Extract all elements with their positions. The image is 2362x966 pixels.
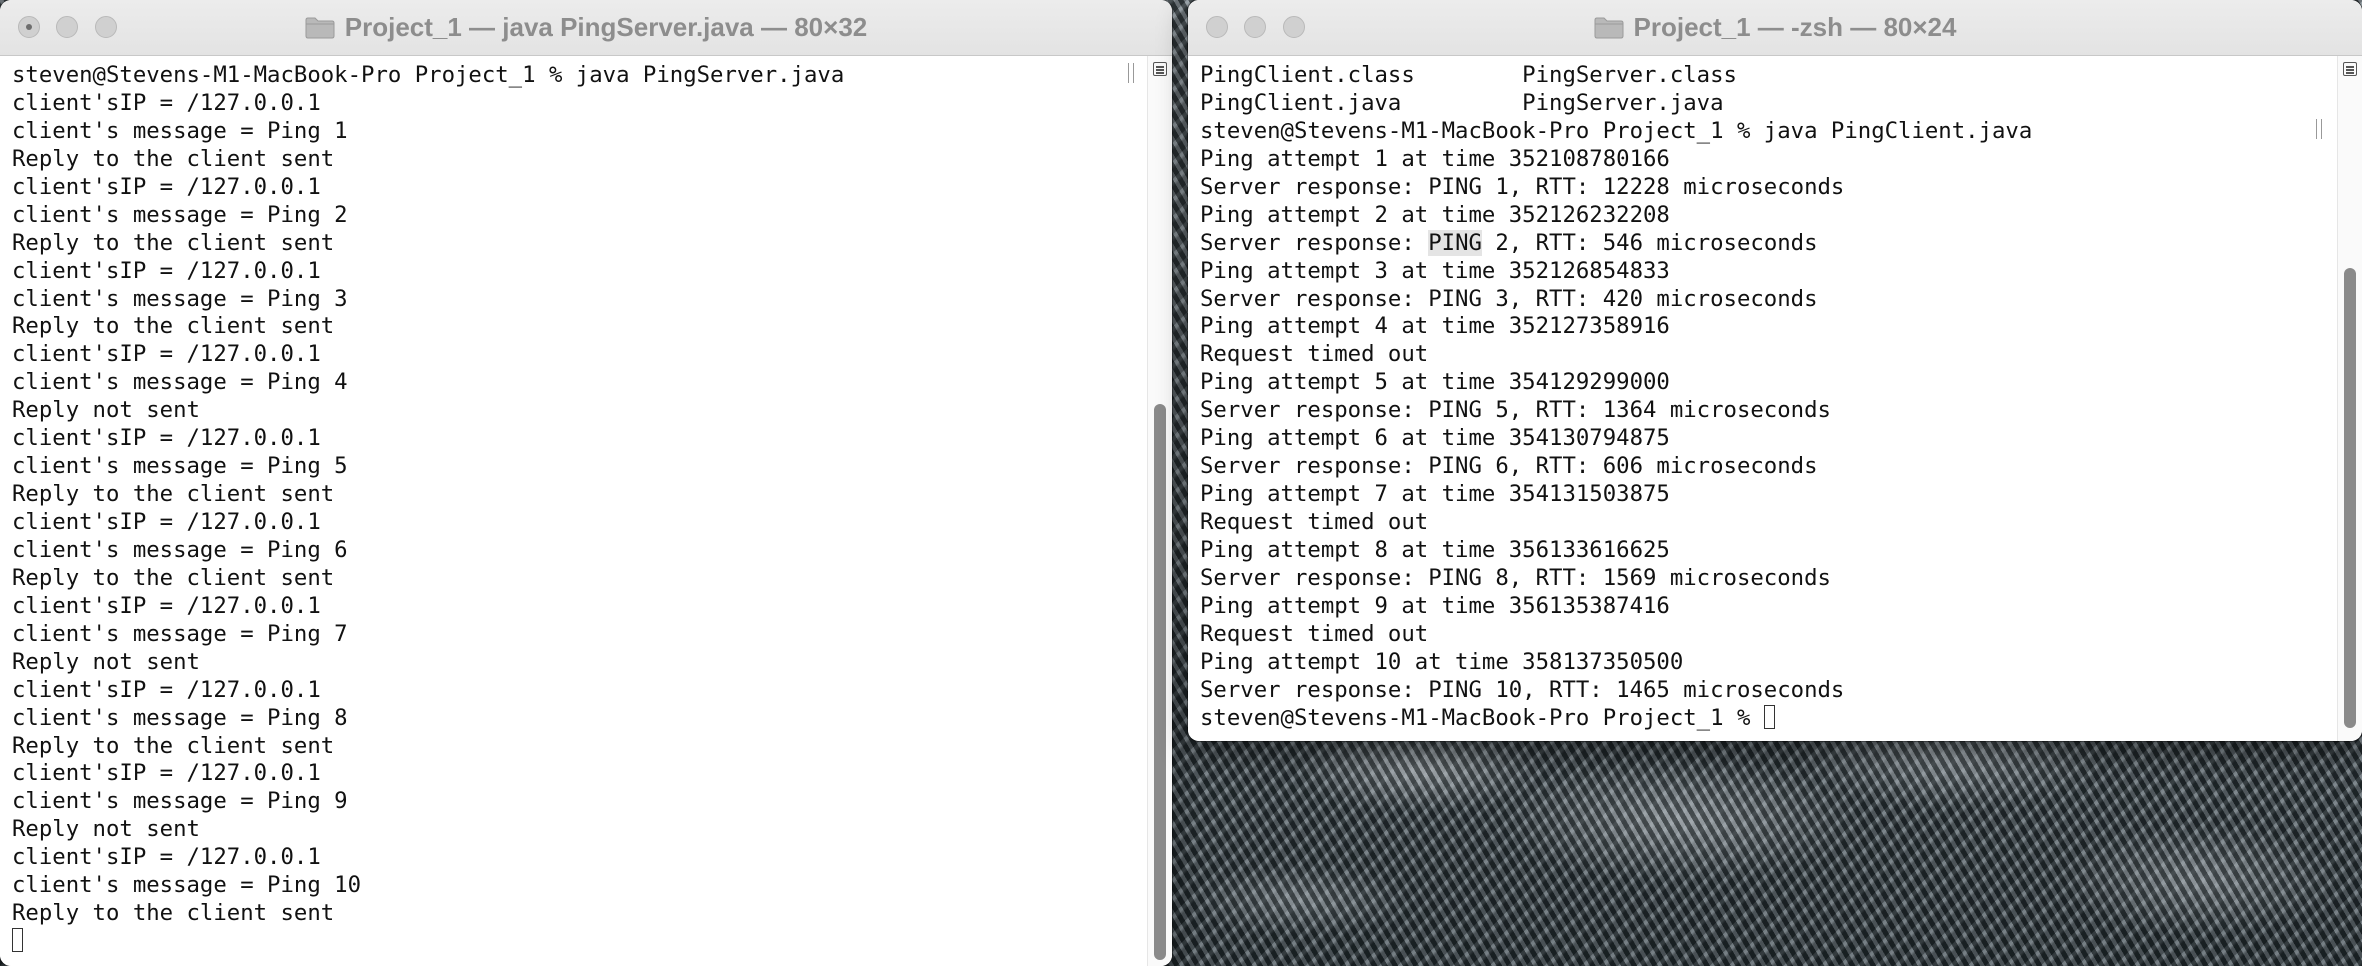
terminal-line: client's message = Ping 9 (12, 788, 348, 815)
scroll-thumb[interactable] (1154, 404, 1166, 960)
terminal-line: Reply to the client sent (12, 313, 335, 340)
terminal-line: Reply not sent (12, 397, 200, 424)
terminal-line: Ping attempt 3 at time 352126854833 (1200, 257, 1670, 284)
terminal-line: Server response: PING 3, RTT: 420 micros… (1200, 285, 1818, 312)
terminal-line: Reply to the client sent (12, 481, 335, 508)
terminal-output[interactable]: PingClient.class PingServer.class PingCli… (1188, 56, 2362, 741)
terminal-cursor-line (12, 928, 844, 956)
terminal-cursor (12, 928, 23, 953)
terminal-line: Ping attempt 5 at time 354129299000 (1200, 369, 1670, 396)
terminal-line: client'sIP = /127.0.0.1 (12, 89, 321, 116)
terminal-line: Ping attempt 9 at time 356135387416 (1200, 592, 1670, 619)
terminal-line: client'sIP = /127.0.0.1 (12, 676, 321, 703)
terminal-line: Request timed out (1200, 341, 1429, 368)
terminal-line: Reply not sent (12, 816, 200, 843)
scroll-thumb[interactable] (2344, 268, 2356, 728)
terminal-line: client's message = Ping 5 (12, 453, 348, 480)
terminal-line: client'sIP = /127.0.0.1 (12, 509, 321, 535)
terminal-line: Ping attempt 4 at time 352127358916 (1200, 313, 1670, 340)
terminal-cursor (1763, 704, 1775, 729)
terminal-line: Reply not sent (12, 648, 200, 675)
selected-text[interactable]: PING (1428, 229, 1482, 256)
terminal-line: client's message = Ping 4 (12, 369, 348, 396)
title-area: Project_1 — -zsh — 80×24 (1188, 0, 2362, 55)
titlebar[interactable]: Project_1 — java PingServer.java — 80×32 (0, 0, 1172, 56)
terminal-line: Reply to the client sent (12, 900, 335, 927)
terminal-line: PingClient.class PingServer.class (1200, 62, 1737, 88)
terminal-line: steven@Stevens-M1-MacBook-Pro Project_1 … (12, 62, 845, 88)
terminal-window-zsh[interactable]: Project_1 — -zsh — 80×24 PingClient.clas… (1188, 0, 2362, 741)
terminal-text[interactable]: steven@Stevens-M1-MacBook-Pro Project_1 … (12, 62, 844, 956)
terminal-line: Server response: PING 2, RTT: 546 micros… (1200, 229, 1818, 256)
folder-icon (1594, 17, 1624, 39)
marks-icon[interactable] (1153, 62, 1167, 76)
terminal-line: client'sIP = /127.0.0.1 (12, 760, 321, 787)
margin-mark-icon (1128, 63, 1134, 83)
shell-prompt: steven@Stevens-M1-MacBook-Pro Project_1 … (1200, 704, 1764, 731)
terminal-line: Reply to the client sent (12, 145, 335, 172)
terminal-line: steven@Stevens-M1-MacBook-Pro Project_1 … (1200, 117, 2033, 144)
terminal-line: client'sIP = /127.0.0.1 (12, 844, 321, 871)
scrollbar[interactable] (2337, 56, 2362, 741)
terminal-output[interactable]: steven@Stevens-M1-MacBook-Pro Project_1 … (0, 56, 1172, 966)
terminal-window-pingserver[interactable]: Project_1 — java PingServer.java — 80×32… (0, 0, 1172, 966)
terminal-line: client's message = Ping 2 (12, 201, 348, 228)
terminal-line: client's message = Ping 3 (12, 285, 348, 312)
terminal-line: client's message = Ping 10 (12, 872, 362, 899)
terminal-line: client's message = Ping 8 (12, 704, 348, 731)
terminal-line: client'sIP = /127.0.0.1 (12, 592, 321, 619)
terminal-line: Ping attempt 10 at time 358137350500 (1200, 648, 1684, 675)
terminal-text[interactable]: PingClient.class PingServer.class PingCli… (1200, 62, 2032, 733)
folder-icon (305, 17, 335, 39)
terminal-line: Server response: PING 5, RTT: 1364 micro… (1200, 397, 1831, 424)
terminal-line: Server response: PING 1, RTT: 12228 micr… (1200, 173, 1845, 200)
terminal-line: Ping attempt 1 at time 352108780166 (1200, 145, 1670, 172)
margin-mark-icon (2316, 119, 2322, 139)
terminal-line: Ping attempt 7 at time 354131503875 (1200, 481, 1670, 508)
terminal-line: client's message = Ping 7 (12, 620, 348, 647)
terminal-line: client'sIP = /127.0.0.1 (12, 341, 321, 368)
terminal-line: Request timed out (1200, 509, 1429, 535)
terminal-line: Reply to the client sent (12, 229, 335, 256)
terminal-line: client'sIP = /127.0.0.1 (12, 425, 321, 452)
terminal-line: Ping attempt 6 at time 354130794875 (1200, 425, 1670, 452)
terminal-line: PingClient.java PingServer.java (1200, 89, 1724, 116)
terminal-line: Reply to the client sent (12, 732, 335, 759)
terminal-line: Request timed out (1200, 620, 1429, 647)
terminal-line: Server response: PING 8, RTT: 1569 micro… (1200, 564, 1831, 591)
terminal-prompt-line: steven@Stevens-M1-MacBook-Pro Project_1 … (1200, 704, 2032, 733)
terminal-line: client's message = Ping 6 (12, 536, 348, 563)
window-title: Project_1 — -zsh — 80×24 (1633, 12, 1957, 42)
window-title: Project_1 — java PingServer.java — 80×32 (344, 12, 868, 42)
terminal-line: Ping attempt 8 at time 356133616625 (1200, 536, 1670, 563)
terminal-line: client'sIP = /127.0.0.1 (12, 173, 321, 200)
terminal-line: client's message = Ping 1 (12, 117, 348, 144)
terminal-line: Reply to the client sent (12, 564, 335, 591)
terminal-line: Server response: PING 6, RTT: 606 micros… (1200, 453, 1818, 480)
title-area: Project_1 — java PingServer.java — 80×32 (0, 0, 1172, 55)
marks-icon[interactable] (2343, 62, 2357, 76)
scrollbar[interactable] (1147, 56, 1172, 966)
terminal-line: Ping attempt 2 at time 352126232208 (1200, 201, 1670, 228)
titlebar[interactable]: Project_1 — -zsh — 80×24 (1188, 0, 2362, 56)
terminal-line: client'sIP = /127.0.0.1 (12, 257, 321, 284)
terminal-line: Server response: PING 10, RTT: 1465 micr… (1200, 676, 1845, 703)
